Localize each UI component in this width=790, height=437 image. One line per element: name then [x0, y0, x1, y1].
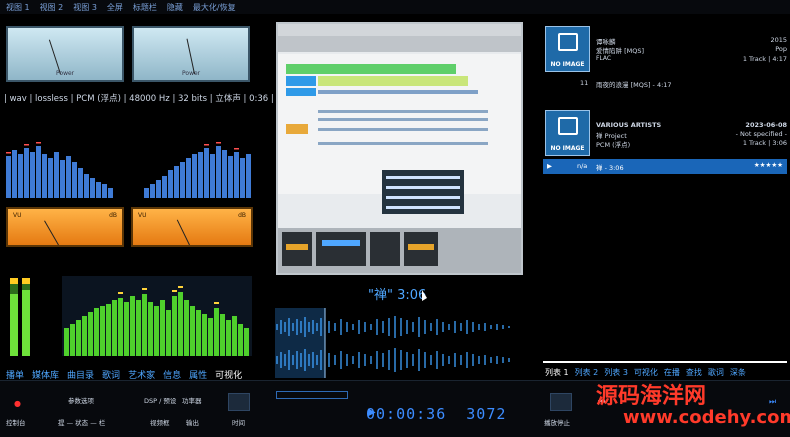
album2-genre: - Not specified -: [735, 130, 787, 138]
album2-artist: VARIOUS ARTISTS: [596, 121, 662, 129]
tab-search[interactable]: 查找: [686, 367, 702, 378]
playing-track-row[interactable]: ▶ n/a 禅 - 3:06 ★★★★★: [543, 159, 787, 174]
album2-track-title: 禅 - 3:06: [596, 164, 624, 172]
tab-list1[interactable]: 列表 1: [545, 367, 569, 378]
right-panel-tabs: 列表 1 列表 2 列表 3 可视化 在播 查找 歌词 深条: [545, 367, 746, 378]
next-icon[interactable]: ⏭: [769, 397, 776, 407]
playback-timer: 00:00:36 3072: [366, 405, 506, 423]
album-art-placeholder-2[interactable]: NO IMAGE: [545, 110, 590, 156]
album1-tracks: 1 Track | 4:17: [742, 55, 787, 63]
vu-left-label: Power: [56, 70, 75, 77]
spectrum-analyzer: [6, 142, 251, 198]
vu-meter-right: Power: [132, 26, 250, 82]
vu-right-label: Power: [182, 70, 201, 77]
play-indicator-icon: ▶: [547, 162, 552, 170]
ovu-right-db: dB: [238, 212, 246, 219]
ovu-needle-right: [176, 219, 190, 246]
bitrate-readout: 3072: [466, 405, 507, 423]
rating-stars[interactable]: ★★★★★: [754, 161, 783, 169]
daw-screenshot: [278, 24, 521, 273]
stop-after-button[interactable]: [550, 393, 572, 411]
no-image-label: NO IMAGE: [550, 61, 585, 68]
format-info: | wav | lossless | PCM (浮点) | 48000 Hz |…: [4, 94, 274, 104]
params-button[interactable]: 参数选项: [68, 395, 94, 405]
record-icon[interactable]: ●: [14, 399, 21, 408]
dsp-button[interactable]: DSP / 预设: [144, 395, 176, 405]
album1-title: 爱情陷阱 [MQS]: [596, 47, 644, 55]
no-image-label: NO IMAGE: [550, 145, 585, 152]
top-menu-bar: 视图 1 视图 2 视图 3 全屏 标题栏 隐藏 最大化/恢复: [0, 0, 790, 14]
album1-format: FLAC: [596, 55, 612, 62]
album1-track-no: 11: [580, 79, 589, 87]
seek-indicator[interactable]: [276, 391, 348, 399]
ovu-left-vu: VU: [13, 212, 22, 219]
menu-view3[interactable]: 视图 3: [73, 2, 97, 13]
tab-right-visualization[interactable]: 可视化: [634, 367, 658, 378]
analog-vu-right: VU dB: [131, 207, 253, 247]
visualizer-button[interactable]: 视频框: [150, 417, 170, 427]
time-label: 时间: [232, 419, 245, 427]
album2-date: 2023-06-08: [745, 121, 787, 129]
menu-hide[interactable]: 隐藏: [167, 2, 183, 13]
album1-genre: Pop: [775, 45, 787, 53]
album2-tracks: 1 Track | 3:06: [742, 139, 787, 147]
album1-year: 2015: [770, 36, 787, 44]
ovu-right-vu: VU: [138, 212, 147, 219]
time-toggle-button[interactable]: [228, 393, 250, 411]
tab-extra[interactable]: 深条: [730, 367, 746, 378]
tab-right-lyrics[interactable]: 歌词: [708, 367, 724, 378]
album1-track-row[interactable]: 雨夜的浪漫 [MQS] - 4:17: [596, 79, 672, 89]
tab-list3[interactable]: 列表 3: [604, 367, 628, 378]
menu-maximize[interactable]: 最大化/恢复: [193, 2, 236, 13]
mouse-cursor-icon: [422, 290, 427, 301]
analog-vu-left: VU dB: [6, 207, 124, 247]
now-playing-title: "禅" 3:06: [368, 288, 427, 303]
ovu-left-db: dB: [109, 212, 117, 219]
console-label[interactable]: 控制台: [6, 417, 26, 427]
right-tabs-divider: [543, 361, 787, 363]
menu-view2[interactable]: 视图 2: [40, 2, 64, 13]
waveform-display[interactable]: [275, 306, 520, 380]
image-icon: [558, 117, 578, 135]
peak-spectrum: [10, 276, 252, 356]
vu-needle-left: [48, 39, 61, 75]
menu-view1[interactable]: 视图 1: [6, 2, 30, 13]
output-button[interactable]: 输出: [186, 417, 199, 427]
album-art-placeholder-1[interactable]: NO IMAGE: [545, 26, 590, 72]
status-line: 提 — 状态 — 栏: [58, 419, 106, 427]
stop-after-label: 播放停止: [544, 419, 570, 427]
effects-button[interactable]: 功率器: [182, 395, 202, 405]
video-display: [276, 22, 523, 275]
ovu-needle-left: [44, 220, 59, 246]
elapsed-time: 00:00:36: [366, 405, 447, 423]
album2-format: PCM (浮点): [596, 141, 631, 149]
vu-needle-right: [186, 38, 195, 75]
watermark-url: www.codehy.com: [623, 407, 790, 428]
image-icon: [558, 33, 578, 51]
menu-fullscreen[interactable]: 全屏: [107, 2, 123, 13]
menu-titlebar[interactable]: 标题栏: [133, 2, 157, 13]
tab-now-playing[interactable]: 在播: [664, 367, 680, 378]
album2-track-no: n/a: [577, 162, 588, 170]
watermark-text: 源码海洋网: [596, 384, 707, 409]
tab-list2[interactable]: 列表 2: [575, 367, 599, 378]
vu-meter-left: Power: [6, 26, 124, 82]
